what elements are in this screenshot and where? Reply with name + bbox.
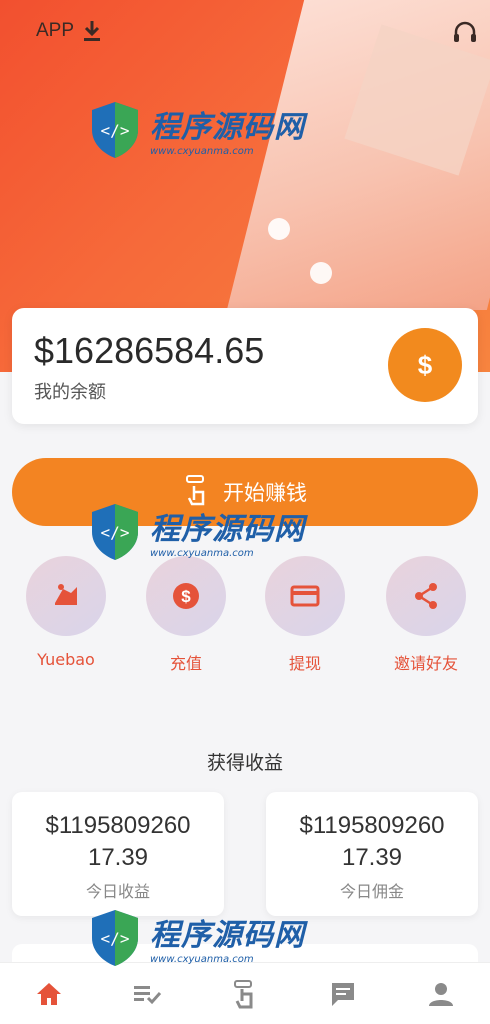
list-check-icon (134, 985, 162, 1004)
person-icon (429, 982, 453, 1006)
coin-button[interactable]: $ (388, 328, 462, 402)
app-download-link[interactable]: APP (36, 20, 102, 42)
tab-messages[interactable] (313, 969, 373, 1019)
tab-home[interactable] (19, 969, 79, 1019)
home-icon (37, 982, 61, 1005)
action-label: 邀请好友 (393, 654, 458, 673)
action-circle (26, 556, 106, 636)
action-label: 提现 (288, 654, 321, 673)
tab-tasks[interactable] (117, 969, 177, 1019)
hero-dot (268, 218, 290, 240)
stat-label: 今日收益 (85, 882, 150, 901)
bottom-tab-bar (0, 962, 490, 1024)
stat-value: $1195809260 (45, 812, 191, 839)
download-icon (84, 21, 101, 41)
card-icon (290, 585, 320, 607)
balance-label: 我的余额 (34, 382, 106, 403)
stat-card-today-commission: $1195809260 17.39 今日佣金 (266, 792, 478, 916)
tap-hand-icon (234, 979, 253, 1008)
action-yuebao[interactable]: Yuebao (11, 556, 121, 669)
tab-profile[interactable] (411, 969, 471, 1019)
action-invite[interactable]: 邀请好友 (371, 556, 481, 674)
start-earning-label: 开始赚钱 (223, 481, 307, 505)
hero-dot (310, 262, 332, 284)
stat-value: $1195809260 (299, 812, 445, 839)
action-circle (386, 556, 466, 636)
tab-earn[interactable] (215, 969, 275, 1019)
action-label: Yuebao (37, 650, 95, 669)
balance-amount: $16286584.65 (34, 330, 265, 371)
svg-text:$: $ (181, 587, 191, 606)
quick-actions: Yuebao $ 充值 提现 邀请好友 (0, 556, 490, 676)
app-label: APP (36, 20, 75, 41)
share-icon (415, 583, 437, 609)
stat-card-today-income: $1195809260 17.39 今日收益 (12, 792, 224, 916)
action-circle: $ (146, 556, 226, 636)
dollar-coin-icon: $ (173, 583, 199, 609)
action-label: 充值 (169, 654, 202, 673)
yuebao-icon (55, 584, 77, 605)
start-earning-button[interactable]: 开始赚钱 (12, 458, 478, 526)
message-icon (332, 982, 354, 1006)
tap-hand-icon (186, 475, 205, 506)
stat-value-cont: 17.39 (341, 844, 403, 871)
action-recharge[interactable]: $ 充值 (131, 556, 241, 674)
balance-card: $16286584.65 我的余额 $ (12, 308, 478, 424)
earnings-title: 获得收益 (206, 752, 283, 774)
stat-value-cont: 17.39 (87, 844, 149, 871)
headset-icon[interactable] (452, 20, 478, 46)
dollar-icon: $ (417, 349, 433, 380)
stat-label: 今日佣金 (339, 882, 404, 901)
action-circle (265, 556, 345, 636)
action-withdraw[interactable]: 提现 (250, 556, 360, 674)
